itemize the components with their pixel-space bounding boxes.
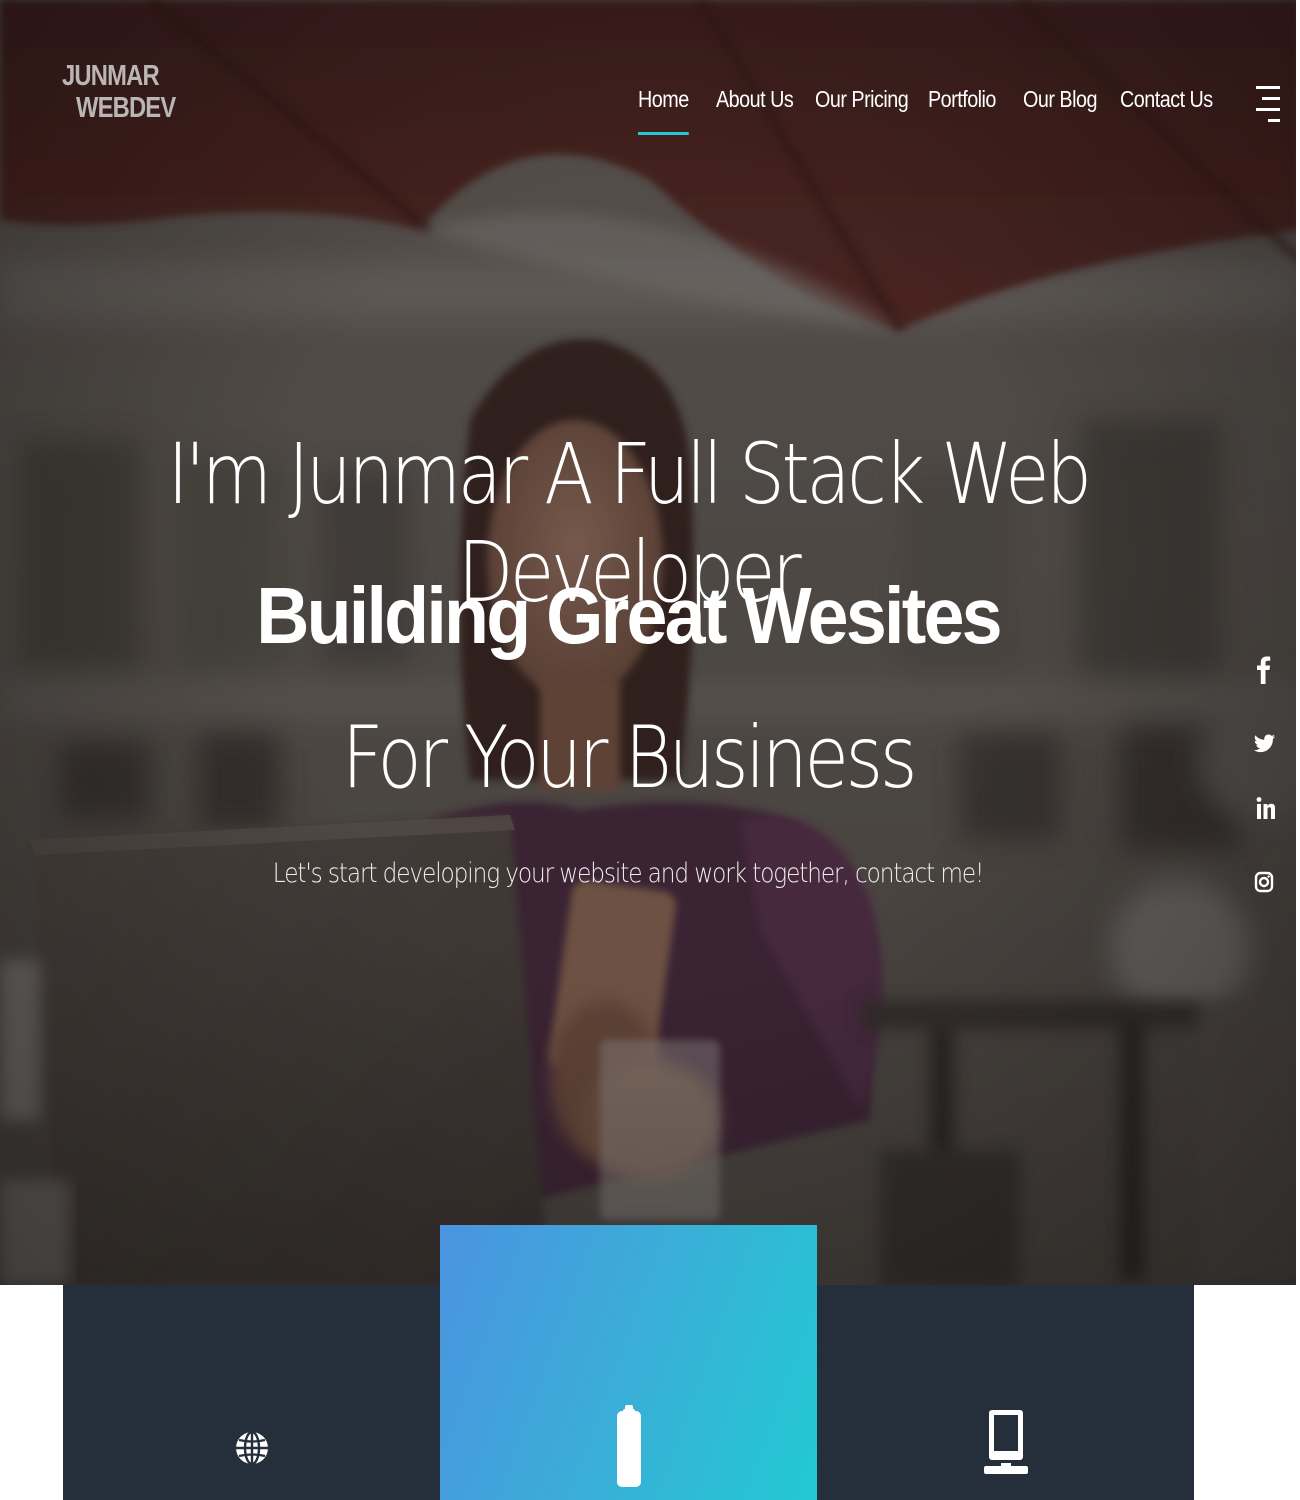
service-card-web[interactable] [63, 1285, 441, 1500]
landing-page: JUNMAR WEBDEV Home About Us Our Pricing … [0, 0, 1300, 1500]
hero-tagline-bold: Building Great Wesites [256, 571, 1002, 660]
hamburger-menu-icon[interactable] [1254, 86, 1280, 122]
service-card-app[interactable] [440, 1225, 817, 1500]
page-right-edge [1296, 0, 1300, 1500]
nav-item-contact-us[interactable]: Contact Us [1120, 86, 1213, 113]
hero-subtext: Let's start developing your website and … [272, 858, 985, 889]
nav-item-portfolio[interactable]: Portfolio [928, 86, 996, 113]
nav-item-our-blog[interactable]: Our Blog [1023, 86, 1097, 113]
linkedin-icon[interactable] [1248, 790, 1280, 830]
nav-item-about-us[interactable]: About Us [716, 86, 794, 113]
clipboard-icon [617, 1405, 641, 1487]
facebook-icon[interactable] [1248, 648, 1280, 688]
globe-icon [236, 1430, 268, 1466]
nav-item-our-pricing[interactable]: Our Pricing [815, 86, 909, 113]
instagram-icon[interactable] [1248, 862, 1280, 902]
service-card-responsive[interactable] [817, 1285, 1194, 1500]
laptop-icon [984, 1410, 1028, 1474]
brand-logo[interactable]: JUNMAR WEBDEV [62, 60, 176, 124]
nav-item-home[interactable]: Home [638, 86, 689, 135]
brand-logo-line2: WEBDEV [75, 92, 176, 124]
twitter-icon[interactable] [1248, 720, 1280, 760]
brand-logo-line1: JUNMAR [62, 60, 160, 92]
hero-tagline-light: For Your Business [341, 708, 918, 808]
